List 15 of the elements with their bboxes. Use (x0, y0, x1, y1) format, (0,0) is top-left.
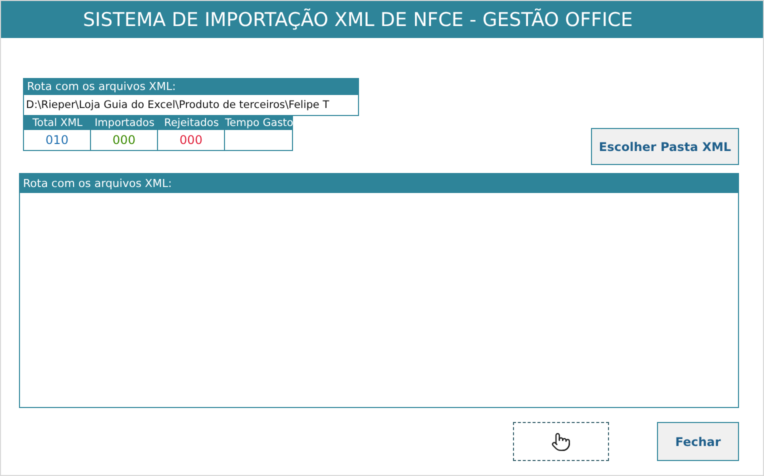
column-header: Tempo Gasto (225, 116, 292, 130)
window-title: SISTEMA DE IMPORTAÇÃO XML DE NFCE - GESTÃO OFFICE (1, 1, 763, 38)
route-field[interactable]: D:\Rieper\Loja Guia do Excel\Produto de terceiros\Felipe T (24, 95, 358, 115)
close-button[interactable]: Fechar (657, 422, 739, 461)
choose-folder-button[interactable]: Escolher Pasta XML (591, 128, 739, 165)
column-header: Importados (91, 116, 158, 130)
column-header: Total XML (24, 116, 91, 130)
route-label: Rota com os arquivos XML: (24, 79, 358, 95)
table-cell: 010 (24, 130, 91, 150)
log-label: Rota com os arquivos XML: (20, 174, 738, 193)
table-cell: 000 (91, 130, 158, 150)
table-cell: 000 (158, 130, 225, 150)
hand-pointer-icon (551, 432, 571, 452)
column-header: Rejeitados (158, 116, 225, 130)
blank-button[interactable] (513, 422, 609, 461)
